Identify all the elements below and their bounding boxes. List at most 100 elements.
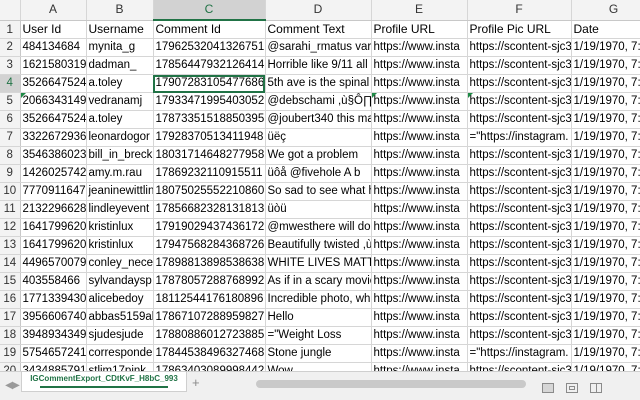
cell-f10[interactable]: https://scontent-sjc3 [467, 182, 572, 201]
cell-a14[interactable]: 4496570079 [20, 254, 87, 273]
cell-f12[interactable]: https://scontent-sjc3 [467, 218, 572, 237]
cell-c12[interactable]: 17919029437436172 [153, 218, 266, 237]
cell-d17[interactable]: Hello [265, 308, 372, 327]
cell-e12[interactable]: https://www.insta [371, 218, 468, 237]
row-header-3[interactable]: 3 [0, 56, 21, 75]
cell-g6[interactable]: 1/19/1970, 7: [571, 110, 640, 129]
cell-f7[interactable]: ="https://instagram. [467, 128, 572, 147]
cell-d19[interactable]: Stone jungle [265, 344, 372, 363]
cell-e10[interactable]: https://www.insta [371, 182, 468, 201]
cell-d13[interactable]: Beautifully twisted ,ù [265, 236, 372, 255]
cell-d12[interactable]: @mwesthere will do [265, 218, 372, 237]
cell-f9[interactable]: https://scontent-sjc3 [467, 164, 572, 183]
column-header-a[interactable]: A [20, 0, 87, 21]
cell-e9[interactable]: https://www.insta [371, 164, 468, 183]
page-break-view-icon[interactable] [590, 383, 602, 393]
row-header-17[interactable]: 17 [0, 308, 21, 327]
cell-e11[interactable]: https://www.insta [371, 200, 468, 219]
row-header-1[interactable]: 1 [0, 20, 21, 39]
cell-c2[interactable]: 17962532041326751 [153, 38, 266, 57]
cell-a9[interactable]: 1426025742 [20, 164, 87, 183]
cell-f6[interactable]: https://scontent-sjc3 [467, 110, 572, 129]
cell-a13[interactable]: 1641799620 [20, 236, 87, 255]
cell-g8[interactable]: 1/19/1970, 7: [571, 146, 640, 165]
cell-b1[interactable]: Username [86, 20, 154, 39]
cell-c8[interactable]: 18031714648277958 [153, 146, 266, 165]
row-header-14[interactable]: 14 [0, 254, 21, 273]
cell-c7[interactable]: 17928370513411948 [153, 128, 266, 147]
row-header-10[interactable]: 10 [0, 182, 21, 201]
cell-a4[interactable]: 3526647524 [20, 74, 87, 93]
cell-f2[interactable]: https://scontent-sjc3 [467, 38, 572, 57]
column-header-e[interactable]: E [371, 0, 468, 21]
cell-d4[interactable]: 5th ave is the spinal [265, 74, 372, 93]
cell-c5[interactable]: 17933471995403052 [153, 92, 266, 111]
cell-g20[interactable]: 1/19/1970, 7: [571, 362, 640, 371]
cell-a12[interactable]: 1641799620 [20, 218, 87, 237]
cell-b8[interactable]: bill_in_breck [86, 146, 154, 165]
cell-c13[interactable]: 17947568284368726 [153, 236, 266, 255]
normal-view-icon[interactable] [542, 383, 554, 393]
cell-g12[interactable]: 1/19/1970, 7: [571, 218, 640, 237]
cell-e17[interactable]: https://www.insta [371, 308, 468, 327]
cell-a7[interactable]: 3322672936 [20, 128, 87, 147]
cell-f5[interactable]: https://scontent-sjc3 [467, 92, 572, 111]
cell-f1[interactable]: Profile Pic URL [467, 20, 572, 39]
cell-b6[interactable]: a.toley [86, 110, 154, 129]
cell-e8[interactable]: https://www.insta [371, 146, 468, 165]
cell-b9[interactable]: amy.m.rau [86, 164, 154, 183]
page-layout-view-icon[interactable] [566, 383, 578, 393]
cell-g5[interactable]: 1/19/1970, 7: [571, 92, 640, 111]
cell-g17[interactable]: 1/19/1970, 7: [571, 308, 640, 327]
cell-f19[interactable]: ="https://instagram. [467, 344, 572, 363]
cell-e15[interactable]: https://www.insta [371, 272, 468, 291]
cell-g13[interactable]: 1/19/1970, 7: [571, 236, 640, 255]
row-header-8[interactable]: 8 [0, 146, 21, 165]
cell-b19[interactable]: correspondel [86, 344, 154, 363]
column-header-g[interactable]: G [571, 0, 640, 21]
cell-b14[interactable]: conley_nece [86, 254, 154, 273]
cell-d2[interactable]: @sarahi_rmatus var [265, 38, 372, 57]
cell-b17[interactable]: abbas5159al [86, 308, 154, 327]
cell-a20[interactable]: 3434885791 [20, 362, 87, 371]
cell-b3[interactable]: dadman_ [86, 56, 154, 75]
cell-g18[interactable]: 1/19/1970, 7: [571, 326, 640, 345]
cell-d9[interactable]: üôå @fivehole A b [265, 164, 372, 183]
cell-c9[interactable]: 17869232110915511 [153, 164, 266, 183]
row-header-12[interactable]: 12 [0, 218, 21, 237]
cell-g19[interactable]: 1/19/1970, 7: [571, 344, 640, 363]
cell-a8[interactable]: 3546386023 [20, 146, 87, 165]
cell-b11[interactable]: lindleyevent [86, 200, 154, 219]
cell-c16[interactable]: 18112544176180896 [153, 290, 266, 309]
column-header-c[interactable]: C [153, 0, 266, 21]
cell-e5[interactable]: https://www.insta [371, 92, 468, 111]
row-header-9[interactable]: 9 [0, 164, 21, 183]
column-header-f[interactable]: F [467, 0, 572, 21]
cell-e4[interactable]: https://www.insta [371, 74, 468, 93]
cell-f20[interactable]: https://scontent-sjc3 [467, 362, 572, 371]
cell-e6[interactable]: https://www.insta [371, 110, 468, 129]
cell-c19[interactable]: 17844538496327468 [153, 344, 266, 363]
cell-c14[interactable]: 17898813898538638 [153, 254, 266, 273]
cell-d10[interactable]: So sad to see what h [265, 182, 372, 201]
cell-f16[interactable]: https://scontent-sjc3 [467, 290, 572, 309]
cell-f3[interactable]: https://scontent-sjc3 [467, 56, 572, 75]
cell-g4[interactable]: 1/19/1970, 7: [571, 74, 640, 93]
cell-g2[interactable]: 1/19/1970, 7: [571, 38, 640, 57]
cell-d7[interactable]: üëç [265, 128, 372, 147]
column-header-b[interactable]: B [86, 0, 154, 21]
select-all-corner[interactable] [0, 0, 21, 21]
cell-g14[interactable]: 1/19/1970, 7: [571, 254, 640, 273]
cell-e2[interactable]: https://www.insta [371, 38, 468, 57]
cell-b20[interactable]: stlim17pink [86, 362, 154, 371]
cell-c4[interactable]: 17907283105477686 [153, 74, 266, 93]
cell-d16[interactable]: Incredible photo, wh [265, 290, 372, 309]
cell-f13[interactable]: https://scontent-sjc3 [467, 236, 572, 255]
cell-c3[interactable]: 17856447932126414 [153, 56, 266, 75]
column-header-d[interactable]: D [265, 0, 372, 21]
cell-d18[interactable]: ="Weight Loss [265, 326, 372, 345]
row-header-4[interactable]: 4 [0, 74, 21, 93]
row-header-20[interactable]: 20 [0, 362, 21, 371]
cell-e13[interactable]: https://www.insta [371, 236, 468, 255]
cell-f17[interactable]: https://scontent-sjc3 [467, 308, 572, 327]
